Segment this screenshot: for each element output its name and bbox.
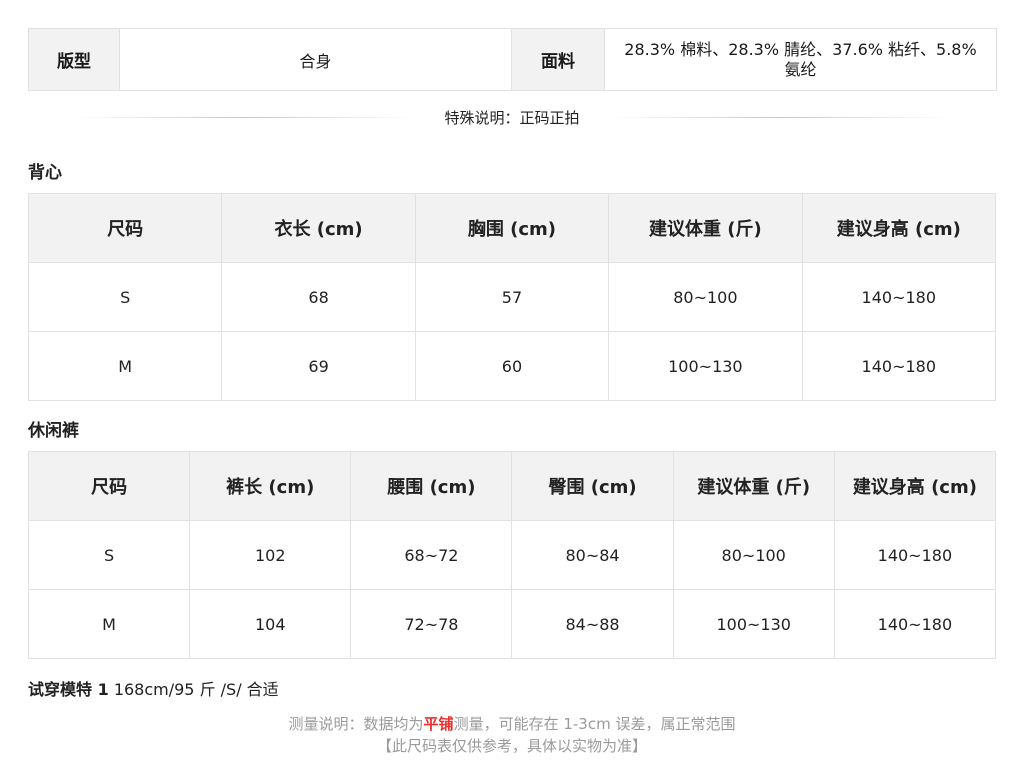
- table-cell: 80~100: [608, 262, 803, 332]
- table-cell: M: [27, 331, 223, 401]
- vest-size-table: 尺码 衣长 (cm) 胸围 (cm) 建议体重 (斤) 建议身高 (cm) S …: [27, 193, 997, 401]
- table-cell: 69: [221, 331, 416, 401]
- table-cell: 60: [414, 331, 610, 401]
- column-header: 建议身高 (cm): [801, 193, 997, 263]
- table-cell: S: [27, 262, 223, 332]
- measurement-note-text: 测量说明：数据均为: [288, 715, 424, 733]
- table-cell: 68: [221, 262, 416, 332]
- table-cell: 80~84: [511, 520, 674, 590]
- table-row: M 69 60 100~130 140~180: [27, 331, 997, 401]
- table-row: M 104 72~78 84~88 100~130 140~180: [27, 589, 997, 659]
- fabric-label: 面料: [511, 28, 605, 91]
- column-header: 腰围 (cm): [350, 451, 513, 521]
- fit-label: 版型: [28, 28, 120, 91]
- reference-disclaimer: 【此尺码表仅供参考，具体以实物为准】: [376, 737, 647, 755]
- table-cell: 57: [414, 262, 610, 332]
- table-cell: 72~78: [350, 589, 513, 659]
- column-header: 胸围 (cm): [414, 193, 610, 263]
- table-row: S 102 68~72 80~84 80~100 140~180: [27, 520, 997, 590]
- table-row: S 68 57 80~100 140~180: [27, 262, 997, 332]
- vest-section-title: 背心: [28, 163, 62, 183]
- table-cell: 100~130: [672, 589, 835, 659]
- table-header-row: 尺码 裤长 (cm) 腰围 (cm) 臀围 (cm) 建议体重 (斤) 建议身高…: [27, 451, 997, 521]
- pants-section-title: 休闲裤: [28, 421, 79, 441]
- table-header-row: 尺码 衣长 (cm) 胸围 (cm) 建议体重 (斤) 建议身高 (cm): [27, 193, 997, 263]
- column-header: 臀围 (cm): [511, 451, 674, 521]
- special-note: 特殊说明：正码正拍: [28, 107, 996, 127]
- divider-left: [74, 116, 415, 118]
- table-cell: 104: [189, 589, 352, 659]
- column-header: 尺码: [27, 193, 223, 263]
- column-header: 裤长 (cm): [189, 451, 352, 521]
- table-cell: 80~100: [672, 520, 835, 590]
- measurement-highlight: 平铺: [423, 715, 454, 733]
- try-on-model-info: 试穿模特 1 168cm/95 斤 /S/ 合适: [28, 676, 279, 700]
- table-cell: 140~180: [801, 262, 997, 332]
- product-attributes-table: 版型 合身 面料 28.3% 棉料、28.3% 腈纶、37.6% 粘纤、5.8%…: [28, 28, 997, 91]
- table-cell: 140~180: [833, 520, 997, 590]
- column-header: 建议身高 (cm): [833, 451, 997, 521]
- column-header: 尺码: [27, 451, 191, 521]
- measurement-note-text-end: 测量，可能存在 1-3cm 误差，属正常范围: [453, 715, 736, 733]
- table-cell: 140~180: [801, 331, 997, 401]
- table-cell: 100~130: [608, 331, 803, 401]
- special-note-text: 特殊说明：正码正拍: [444, 108, 580, 127]
- table-cell: 102: [189, 520, 352, 590]
- attributes-row: 版型 合身 面料 28.3% 棉料、28.3% 腈纶、37.6% 粘纤、5.8%…: [28, 28, 997, 91]
- model-value: 168cm/95 斤 /S/ 合适: [113, 680, 279, 699]
- fabric-value: 28.3% 棉料、28.3% 腈纶、37.6% 粘纤、5.8% 氨纶: [604, 28, 997, 91]
- table-cell: S: [27, 520, 191, 590]
- table-cell: M: [27, 589, 191, 659]
- table-cell: 140~180: [833, 589, 997, 659]
- pants-size-table: 尺码 裤长 (cm) 腰围 (cm) 臀围 (cm) 建议体重 (斤) 建议身高…: [27, 451, 997, 659]
- column-header: 建议体重 (斤): [608, 193, 803, 263]
- column-header: 衣长 (cm): [221, 193, 416, 263]
- fit-value: 合身: [119, 28, 512, 91]
- divider-right: [609, 116, 950, 118]
- table-cell: 84~88: [511, 589, 674, 659]
- column-header: 建议体重 (斤): [672, 451, 835, 521]
- model-label: 试穿模特 1: [28, 680, 109, 699]
- measurement-note: 测量说明：数据均为平铺测量，可能存在 1-3cm 误差，属正常范围: [0, 713, 1024, 734]
- table-cell: 68~72: [350, 520, 513, 590]
